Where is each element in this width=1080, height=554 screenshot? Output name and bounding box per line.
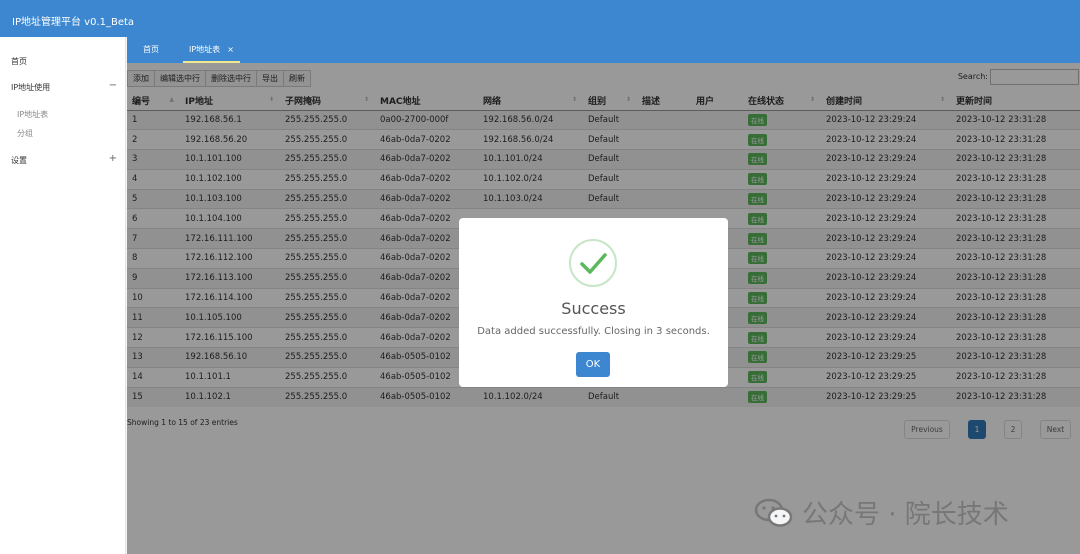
dialog-title: Success: [561, 299, 626, 318]
wechat-icon: [754, 498, 793, 527]
ok-button[interactable]: OK: [576, 352, 610, 377]
collapse-icon[interactable]: −: [109, 80, 117, 91]
tab-label: 首页: [143, 45, 159, 54]
success-dialog: Success Data added successfully. Closing…: [459, 218, 728, 387]
watermark: 公众号 · 院长技术: [754, 494, 1009, 531]
top-header: IP地址管理平台 v0.1_Beta: [0, 0, 1080, 37]
sidebar-item-ip-table[interactable]: IP地址表: [17, 109, 48, 120]
watermark-text: 公众号 · 院长技术: [802, 500, 1009, 530]
tab-bar: 首页 IP地址表 ×: [127, 37, 1080, 63]
sidebar: 首页 IP地址使用 − IP地址表 分组 设置 +: [0, 37, 126, 554]
close-icon[interactable]: ×: [227, 45, 234, 54]
sidebar-item-home[interactable]: 首页: [11, 56, 27, 67]
sidebar-item-settings[interactable]: 设置: [11, 155, 27, 166]
dialog-message: Data added successfully. Closing in 3 se…: [477, 326, 710, 337]
sidebar-item-groups[interactable]: 分组: [17, 128, 33, 139]
tab-label: IP地址表: [189, 45, 221, 54]
success-check-icon: [569, 239, 617, 287]
tab-ip-table[interactable]: IP地址表 ×: [183, 37, 240, 63]
expand-icon[interactable]: +: [109, 153, 117, 164]
app-title: IP地址管理平台 v0.1_Beta: [12, 17, 135, 28]
tab-home[interactable]: 首页: [137, 37, 165, 63]
sidebar-item-ip-usage[interactable]: IP地址使用: [11, 82, 50, 93]
